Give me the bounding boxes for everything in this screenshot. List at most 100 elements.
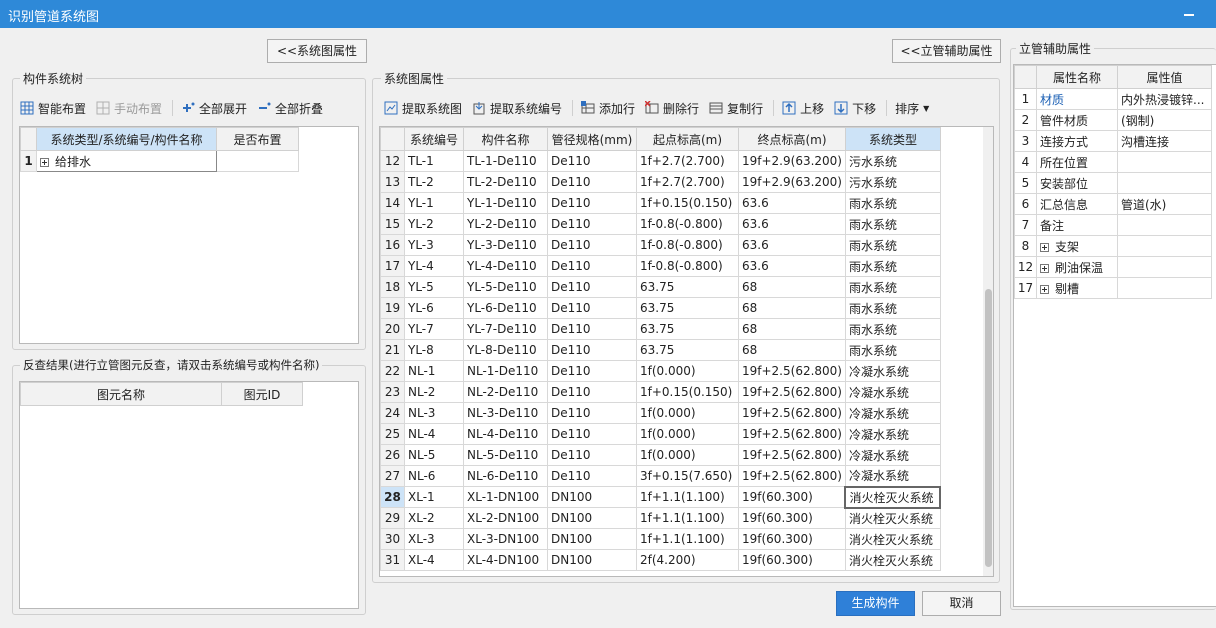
table-row[interactable]: 26 NL-5 NL-5-De110 De110 1f(0.000) 19f+2.5(62… xyxy=(380,444,941,466)
table-row[interactable]: 14 YL-1 YL-1-De110 De110 1f+0.15(0.150) 63.6 雨… xyxy=(380,192,941,214)
property-row[interactable]: 1 材质 内外热浸镀锌... xyxy=(1014,88,1212,110)
end-elev-cell[interactable]: 63.6 xyxy=(738,192,846,214)
manual-layout-button[interactable]: 手动布置 xyxy=(96,100,162,117)
start-elev-cell[interactable]: 1f+1.1(1.100) xyxy=(636,507,739,529)
system-number-cell[interactable]: XL-1 xyxy=(404,486,464,508)
property-row[interactable]: 3 连接方式 沟槽连接 xyxy=(1014,130,1212,152)
system-number-cell[interactable]: NL-4 xyxy=(404,423,464,445)
col-pipe-size[interactable]: 管径规格(mm) xyxy=(547,127,637,151)
tree-row-name-cell[interactable]: 给排水 xyxy=(36,150,217,172)
property-row[interactable]: 17 剔槽 xyxy=(1014,277,1212,299)
start-elev-cell[interactable]: 1f+2.7(2.700) xyxy=(636,150,739,172)
start-elev-cell[interactable]: 1f+1.1(1.100) xyxy=(636,486,739,508)
system-number-cell[interactable]: YL-5 xyxy=(404,276,464,298)
end-elev-cell[interactable]: 19f+2.5(62.800) xyxy=(738,423,846,445)
system-number-cell[interactable]: YL-3 xyxy=(404,234,464,256)
end-elev-cell[interactable]: 19f+2.9(63.200) xyxy=(738,171,846,193)
start-elev-cell[interactable]: 1f+2.7(2.700) xyxy=(636,171,739,193)
system-number-cell[interactable]: NL-5 xyxy=(404,444,464,466)
end-elev-cell[interactable]: 68 xyxy=(738,339,846,361)
start-elev-cell[interactable]: 1f(0.000) xyxy=(636,444,739,466)
component-name-cell[interactable]: XL-2-DN100 xyxy=(463,507,548,529)
pipe-size-cell[interactable]: DN100 xyxy=(547,507,637,529)
tree-col-placed[interactable]: 是否布置 xyxy=(216,127,299,151)
system-type-cell[interactable]: 雨水系统 xyxy=(844,234,941,256)
pipe-size-cell[interactable]: De110 xyxy=(547,360,637,382)
move-up-button[interactable]: 上移 xyxy=(782,100,824,117)
tree-row[interactable]: 1 给排水 xyxy=(20,150,299,172)
component-name-cell[interactable]: YL-5-De110 xyxy=(463,276,548,298)
system-type-cell[interactable]: 冷凝水系统 xyxy=(844,360,941,382)
end-elev-cell[interactable]: 19f+2.5(62.800) xyxy=(738,444,846,466)
expand-icon[interactable] xyxy=(1040,242,1049,252)
component-name-cell[interactable]: NL-3-De110 xyxy=(463,402,548,424)
extract-number-button[interactable]: 提取系统编号 xyxy=(472,100,562,117)
pipe-size-cell[interactable]: De110 xyxy=(547,402,637,424)
end-elev-cell[interactable]: 63.6 xyxy=(738,234,846,256)
system-number-cell[interactable]: XL-4 xyxy=(404,549,464,571)
component-name-cell[interactable]: NL-1-De110 xyxy=(463,360,548,382)
generate-button[interactable]: 生成构件 xyxy=(836,591,915,616)
start-elev-cell[interactable]: 63.75 xyxy=(636,318,739,340)
table-row[interactable]: 22 NL-1 NL-1-De110 De110 1f(0.000) 19f+2.5(62… xyxy=(380,360,941,382)
component-name-cell[interactable]: NL-6-De110 xyxy=(463,465,548,487)
table-row[interactable]: 28 XL-1 XL-1-DN100 DN100 1f+1.1(1.100) 19f(60… xyxy=(380,485,942,509)
property-value-cell[interactable]: 管道(水) xyxy=(1117,193,1212,215)
system-type-cell[interactable]: 污水系统 xyxy=(844,150,941,172)
system-number-cell[interactable]: YL-6 xyxy=(404,297,464,319)
component-name-cell[interactable]: YL-3-De110 xyxy=(463,234,548,256)
pipe-size-cell[interactable]: De110 xyxy=(547,381,637,403)
pipe-size-cell[interactable]: De110 xyxy=(547,234,637,256)
scrollbar-thumb[interactable] xyxy=(985,289,992,567)
check-col-name[interactable]: 图元名称 xyxy=(20,382,222,406)
pipe-size-cell[interactable]: De110 xyxy=(547,192,637,214)
pipe-size-cell[interactable]: De110 xyxy=(547,465,637,487)
end-elev-cell[interactable]: 68 xyxy=(738,297,846,319)
copy-row-button[interactable]: 复制行 xyxy=(709,100,763,117)
start-elev-cell[interactable]: 63.75 xyxy=(636,297,739,319)
end-elev-cell[interactable]: 19f+2.9(63.200) xyxy=(738,150,846,172)
system-number-cell[interactable]: NL-1 xyxy=(404,360,464,382)
system-type-cell[interactable]: 冷凝水系统 xyxy=(844,402,941,424)
start-elev-cell[interactable]: 63.75 xyxy=(636,276,739,298)
check-col-id[interactable]: 图元ID xyxy=(221,382,303,406)
pipe-size-cell[interactable]: De110 xyxy=(547,213,637,235)
property-name-cell[interactable]: 连接方式 xyxy=(1036,130,1118,152)
col-end-elev[interactable]: 终点标高(m) xyxy=(738,127,846,151)
start-elev-cell[interactable]: 3f+0.15(7.650) xyxy=(636,465,739,487)
pipe-size-cell[interactable]: De110 xyxy=(547,297,637,319)
pipe-size-cell[interactable]: De110 xyxy=(547,318,637,340)
end-elev-cell[interactable]: 19f+2.5(62.800) xyxy=(738,360,846,382)
pipe-size-cell[interactable]: De110 xyxy=(547,444,637,466)
expand-icon[interactable] xyxy=(1040,263,1049,273)
move-down-button[interactable]: 下移 xyxy=(834,100,876,117)
table-row[interactable]: 29 XL-2 XL-2-DN100 DN100 1f+1.1(1.100) 19f(60… xyxy=(380,507,941,529)
property-row[interactable]: 7 备注 xyxy=(1014,214,1212,236)
table-row[interactable]: 27 NL-6 NL-6-De110 De110 3f+0.15(7.650) 19f+2… xyxy=(380,465,941,487)
property-value-cell[interactable]: (钢制) xyxy=(1117,109,1212,131)
col-start-elev[interactable]: 起点标高(m) xyxy=(636,127,739,151)
system-type-cell[interactable]: 消火栓灭火系统 xyxy=(844,507,941,529)
system-type-cell[interactable]: 雨水系统 xyxy=(844,192,941,214)
system-number-cell[interactable]: XL-3 xyxy=(404,528,464,550)
system-type-cell[interactable]: 雨水系统 xyxy=(844,213,941,235)
property-row[interactable]: 2 管件材质 (钢制) xyxy=(1014,109,1212,131)
component-name-cell[interactable]: TL-2-De110 xyxy=(463,171,548,193)
delete-row-button[interactable]: 删除行 xyxy=(644,100,699,117)
end-elev-cell[interactable]: 19f+2.5(62.800) xyxy=(738,402,846,424)
property-value-cell[interactable]: 内外热浸镀锌... xyxy=(1117,88,1212,110)
tree-col-name[interactable]: 系统类型/系统编号/构件名称 xyxy=(36,127,217,151)
system-type-cell[interactable]: 冷凝水系统 xyxy=(844,423,941,445)
system-number-cell[interactable]: NL-6 xyxy=(404,465,464,487)
property-value-cell[interactable]: 沟槽连接 xyxy=(1117,130,1212,152)
end-elev-cell[interactable]: 19f(60.300) xyxy=(738,528,846,550)
component-name-cell[interactable]: YL-8-De110 xyxy=(463,339,548,361)
expand-icon[interactable] xyxy=(1040,284,1049,294)
property-value-cell[interactable] xyxy=(1117,214,1212,236)
col-component-name[interactable]: 构件名称 xyxy=(463,127,548,151)
minimize-icon[interactable] xyxy=(1184,14,1194,16)
start-elev-cell[interactable]: 63.75 xyxy=(636,339,739,361)
pipe-size-cell[interactable]: De110 xyxy=(547,171,637,193)
component-name-cell[interactable]: YL-6-De110 xyxy=(463,297,548,319)
expand-icon[interactable] xyxy=(40,157,49,167)
